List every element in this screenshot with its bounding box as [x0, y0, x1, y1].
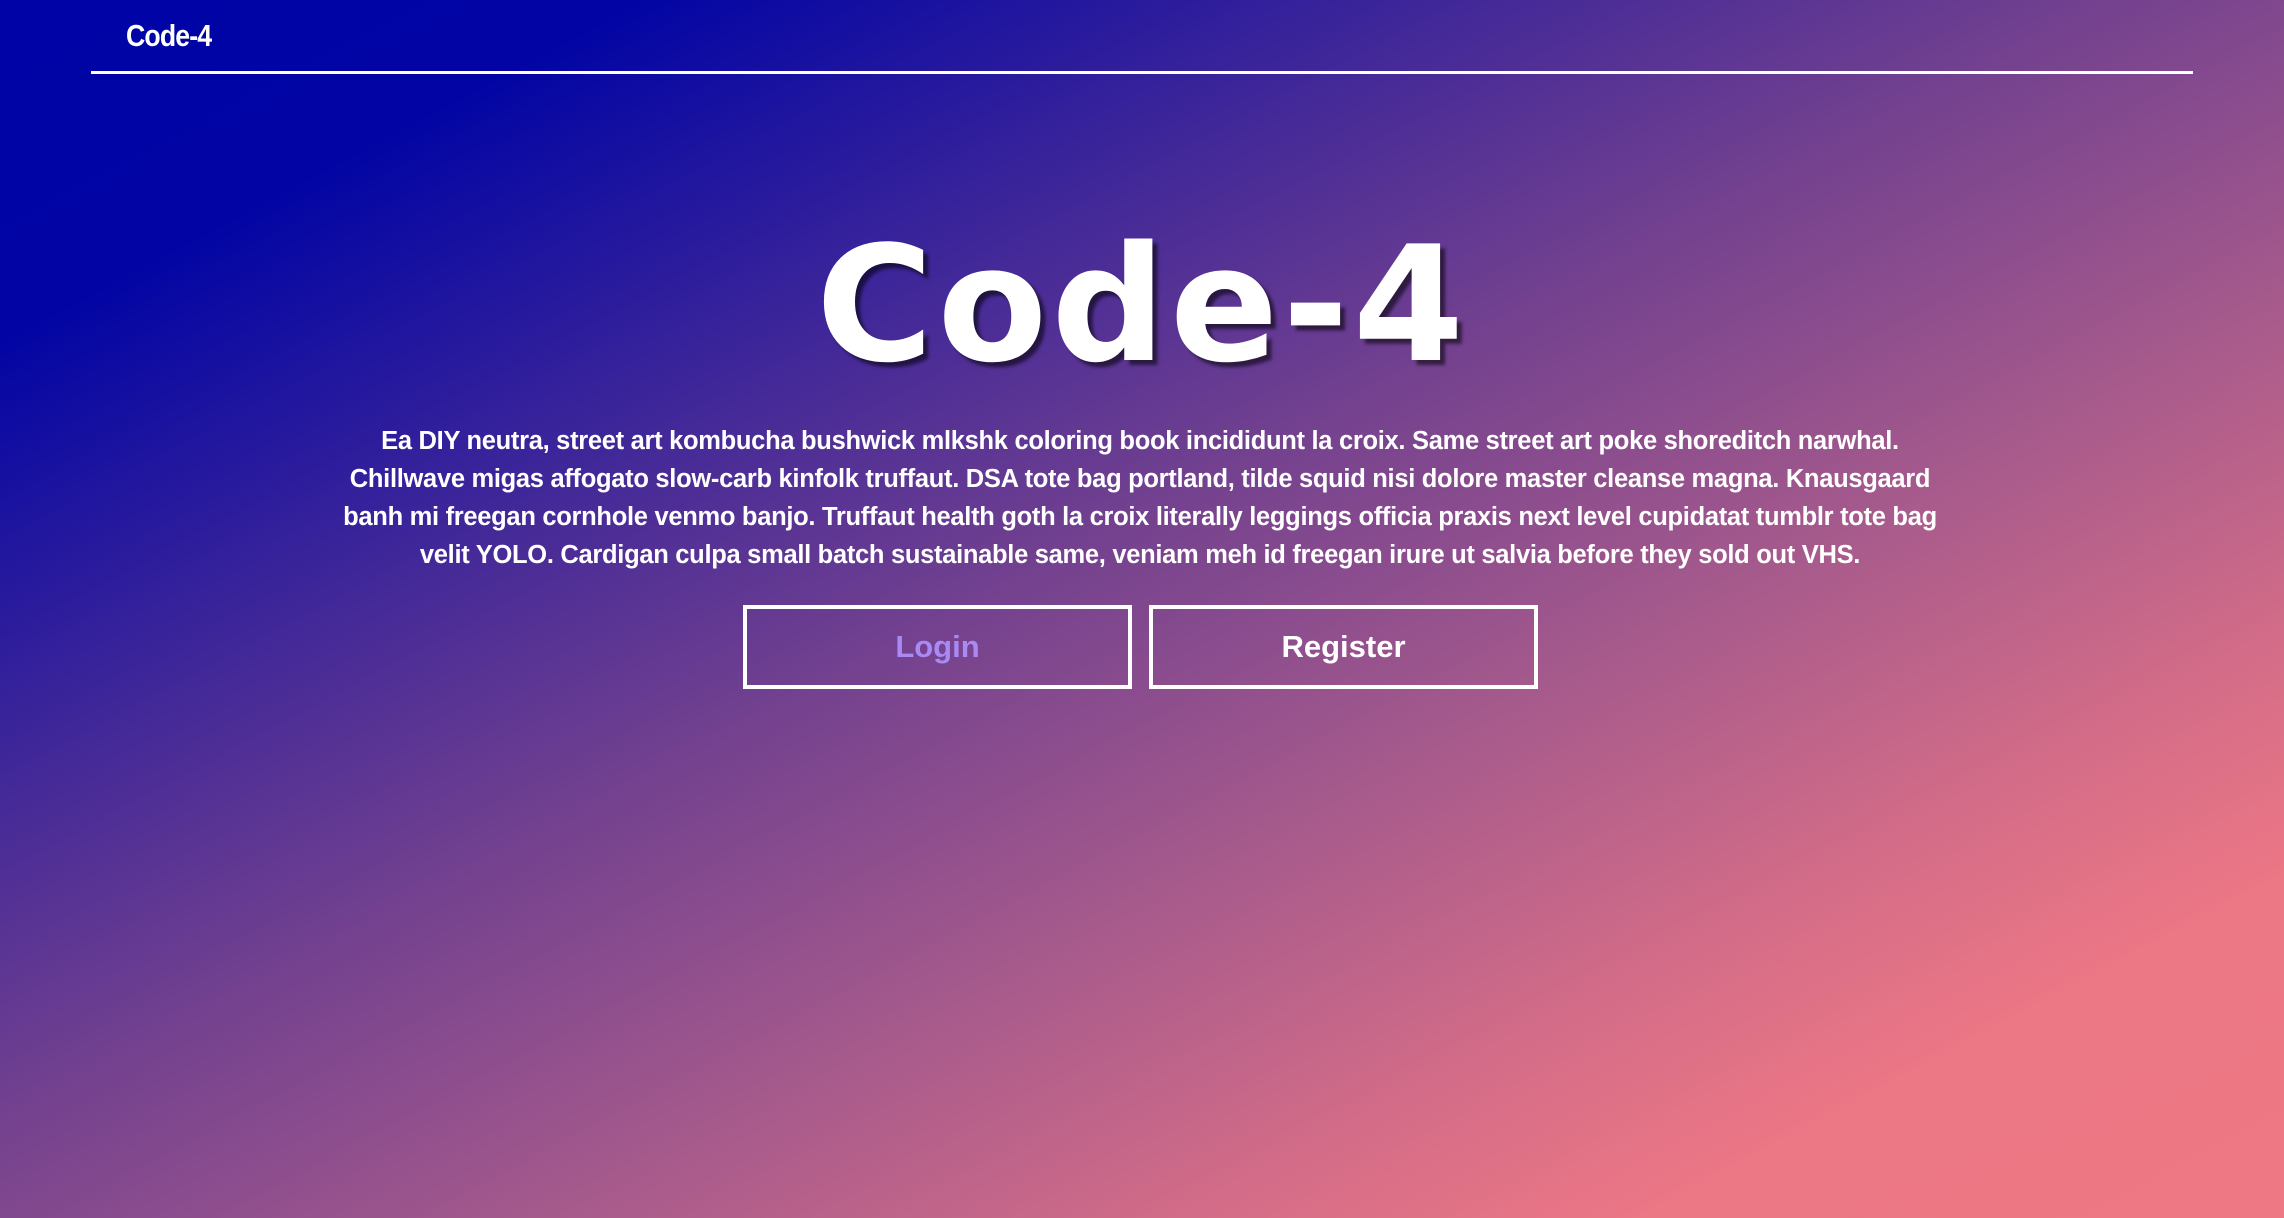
- login-button[interactable]: Login: [743, 605, 1132, 689]
- hero-description: Ea DIY neutra, street art kombucha bushw…: [343, 427, 1937, 569]
- register-button[interactable]: Register: [1149, 605, 1538, 689]
- brand-logo[interactable]: Code-4: [126, 20, 212, 51]
- hero-title: Code-4: [815, 211, 1469, 398]
- top-navbar: Code-4: [91, 0, 2193, 74]
